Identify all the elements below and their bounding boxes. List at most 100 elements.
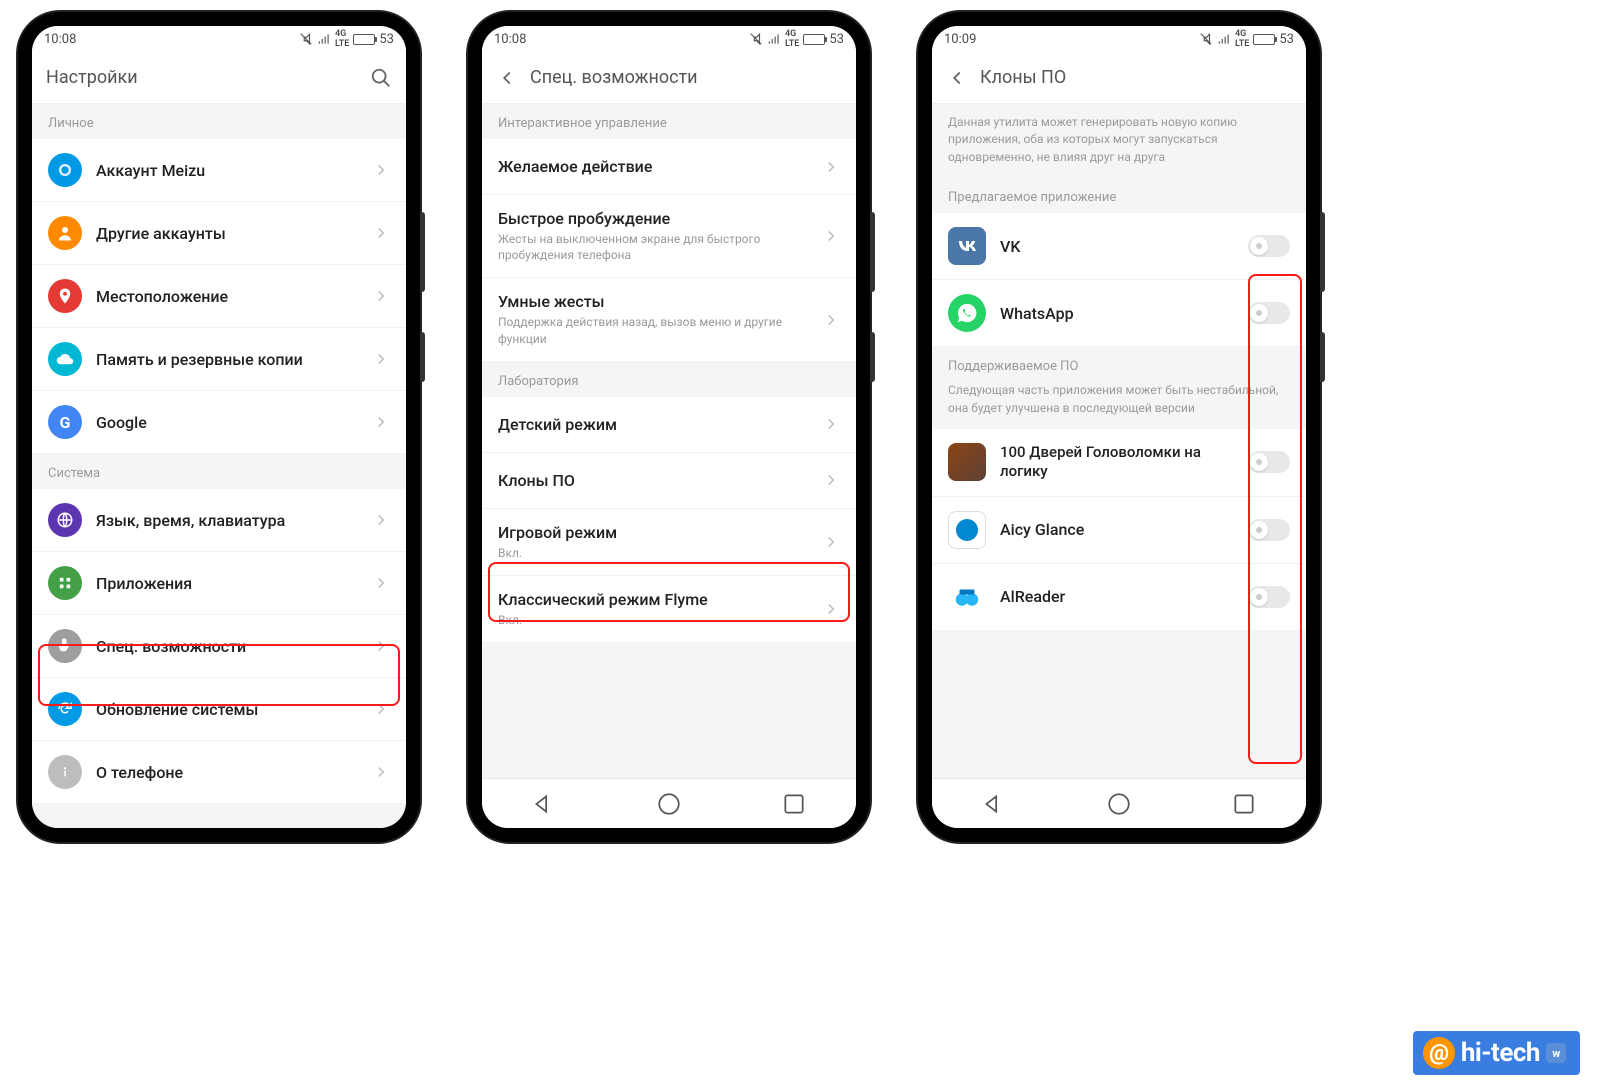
mute-icon: [299, 32, 313, 46]
row-label: Приложения: [96, 574, 372, 593]
row-label: Google: [96, 413, 372, 432]
settings-row-location[interactable]: Местоположение: [32, 265, 406, 328]
signal-icon: [1217, 32, 1231, 46]
page-title: Спец. возможности: [530, 67, 842, 88]
app-label: WhatsApp: [1000, 304, 1248, 323]
phone-settings: 10:08 4GLTE 53 Настройки Личное Аккаунт …: [18, 12, 420, 842]
chevron-right-icon: [372, 700, 390, 718]
chevron-right-icon: [372, 161, 390, 179]
accessibility-content: Интерактивное управление Желаемое действ…: [482, 104, 856, 778]
chevron-right-icon: [822, 158, 840, 176]
nav-recent-button[interactable]: [1231, 791, 1257, 817]
section-header: Лаборатория: [482, 362, 856, 397]
row-child-mode[interactable]: Детский режим: [482, 397, 856, 453]
row-label: Клоны ПО: [498, 471, 822, 490]
page-title: Настройки: [46, 67, 358, 88]
alreader-icon: [948, 578, 986, 616]
row-label: Память и резервные копии: [96, 350, 372, 369]
app-label: AlReader: [1000, 587, 1248, 606]
chevron-right-icon: [372, 224, 390, 242]
navigation-bar: [482, 778, 856, 828]
status-bar: 10:08 4GLTE 53: [482, 26, 856, 52]
app-row-alreader[interactable]: AlReader: [932, 564, 1306, 631]
settings-row-about[interactable]: О телефоне: [32, 741, 406, 804]
network-icon: 4GLTE: [785, 29, 799, 49]
doors-icon: [948, 443, 986, 481]
toggle-whatsapp[interactable]: [1248, 302, 1290, 324]
toggle-aicy[interactable]: [1248, 519, 1290, 541]
watermark-text: hi-tech: [1461, 1038, 1540, 1068]
row-sublabel: Поддержка действия назад, вызов меню и д…: [498, 314, 822, 346]
row-desired-action[interactable]: Желаемое действие: [482, 139, 856, 195]
chevron-right-icon: [372, 287, 390, 305]
row-label: Умные жесты: [498, 292, 822, 311]
hand-icon: [48, 629, 82, 663]
chevron-right-icon: [372, 413, 390, 431]
nav-home-button[interactable]: [656, 791, 682, 817]
row-label: Спец. возможности: [96, 637, 372, 656]
settings-row-other-accounts[interactable]: Другие аккаунты: [32, 202, 406, 265]
whatsapp-icon: [948, 294, 986, 332]
status-time: 10:08: [494, 32, 526, 47]
row-game-mode[interactable]: Игровой режимВкл.: [482, 509, 856, 576]
section-header: Предлагаемое приложение: [932, 178, 1306, 213]
network-icon: 4GLTE: [1235, 29, 1249, 49]
settings-row-language[interactable]: Язык, время, клавиатура: [32, 489, 406, 552]
row-label: Аккаунт Meizu: [96, 161, 372, 180]
app-row-doors[interactable]: 100 Дверей Головоломки на логику: [932, 429, 1306, 497]
app-row-vk[interactable]: VK: [932, 213, 1306, 280]
settings-row-meizu-account[interactable]: Аккаунт Meizu: [32, 139, 406, 202]
mute-icon: [749, 32, 763, 46]
chevron-right-icon: [372, 350, 390, 368]
nav-home-button[interactable]: [1106, 791, 1132, 817]
watermark: @ hi-tech w: [1413, 1031, 1580, 1075]
row-quick-wake[interactable]: Быстрое пробуждениеЖесты на выключенном …: [482, 195, 856, 278]
app-row-whatsapp[interactable]: WhatsApp: [932, 280, 1306, 347]
cloud-icon: [48, 342, 82, 376]
settings-row-apps[interactable]: Приложения: [32, 552, 406, 615]
row-classic-flyme[interactable]: Классический режим FlymeВкл.: [482, 576, 856, 643]
at-icon: @: [1423, 1037, 1455, 1069]
app-label: VK: [1000, 237, 1248, 256]
settings-row-google[interactable]: G Google: [32, 391, 406, 454]
chevron-right-icon: [822, 415, 840, 433]
nav-back-button[interactable]: [531, 791, 557, 817]
settings-row-accessibility[interactable]: Спец. возможности: [32, 615, 406, 678]
status-time: 10:08: [44, 32, 76, 47]
row-label: Классический режим Flyme: [498, 590, 822, 609]
chevron-right-icon: [822, 533, 840, 551]
nav-recent-button[interactable]: [781, 791, 807, 817]
chevron-right-icon: [822, 600, 840, 618]
network-icon: 4GLTE: [335, 29, 349, 49]
row-label: Детский режим: [498, 415, 822, 434]
chevron-right-icon: [372, 574, 390, 592]
row-label: Быстрое пробуждение: [498, 209, 822, 228]
status-bar: 10:08 4GLTE 53: [32, 26, 406, 52]
meizu-icon: [48, 153, 82, 187]
back-icon[interactable]: [946, 67, 968, 89]
battery-percent: 53: [1279, 32, 1294, 47]
section-header: Интерактивное управление: [482, 104, 856, 139]
app-row-aicy[interactable]: Aicy Glance: [932, 497, 1306, 564]
clones-content: Данная утилита может генерировать новую …: [932, 104, 1306, 778]
globe-icon: [48, 503, 82, 537]
toggle-alreader[interactable]: [1248, 586, 1290, 608]
battery-percent: 53: [829, 32, 844, 47]
back-icon[interactable]: [496, 67, 518, 89]
row-smart-gestures[interactable]: Умные жесты Поддержка действия назад, выз…: [482, 278, 856, 361]
battery-icon: [353, 34, 375, 45]
toggle-vk[interactable]: [1248, 235, 1290, 257]
battery-icon: [803, 34, 825, 45]
status-bar: 10:09 4GLTE 53: [932, 26, 1306, 52]
chevron-right-icon: [372, 511, 390, 529]
search-icon[interactable]: [370, 67, 392, 89]
settings-row-backup[interactable]: Память и резервные копии: [32, 328, 406, 391]
toggle-doors[interactable]: [1248, 451, 1290, 473]
google-icon: G: [48, 405, 82, 439]
nav-back-button[interactable]: [981, 791, 1007, 817]
signal-icon: [767, 32, 781, 46]
page-title: Клоны ПО: [980, 67, 1292, 88]
row-clones[interactable]: Клоны ПО: [482, 453, 856, 509]
settings-row-update[interactable]: Обновление системы: [32, 678, 406, 741]
chevron-right-icon: [822, 227, 840, 245]
